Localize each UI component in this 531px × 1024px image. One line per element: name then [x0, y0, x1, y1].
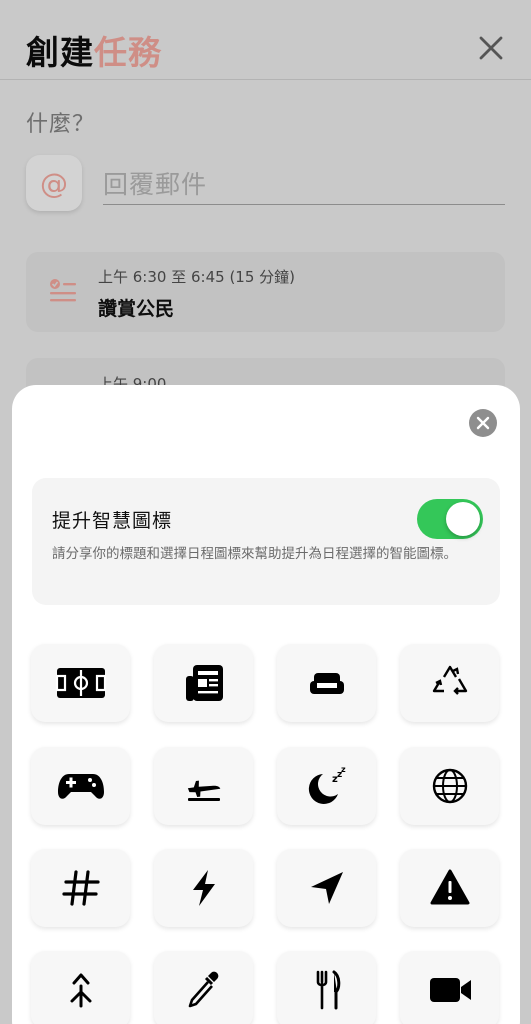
sleep-moon-icon: z z z	[308, 766, 346, 804]
icon-option-gamepad[interactable]	[31, 747, 130, 825]
warning-icon	[430, 869, 469, 905]
newspaper-icon	[185, 665, 223, 701]
icon-option-sofa[interactable]	[277, 644, 376, 722]
icon-option-globe[interactable]	[400, 747, 499, 825]
icon-option-merge[interactable]	[31, 951, 130, 1024]
video-camera-icon	[429, 978, 471, 1002]
page-title-part2: 任務	[94, 33, 162, 72]
close-icon[interactable]	[477, 34, 505, 62]
gamepad-icon	[57, 774, 104, 799]
schedule-time: 上午 6:30 至 6:45 (15 分鐘)	[98, 268, 296, 286]
smart-icons-description: 請分享你的標題和選擇日程圖標來幫助提升為日程選擇的智能圖標。	[52, 546, 457, 562]
smart-icons-card: 提升智慧圖標 請分享你的標題和選擇日程圖標來幫助提升為日程選擇的智能圖標。	[32, 478, 500, 605]
at-icon: @	[40, 166, 68, 200]
icon-option-lightning[interactable]	[154, 849, 253, 927]
icon-option-flight[interactable]	[154, 747, 253, 825]
schedule-title: 讚賞公民	[98, 298, 175, 320]
icon-picker-sheet: 提升智慧圖標 請分享你的標題和選擇日程圖標來幫助提升為日程選擇的智能圖標。 z …	[12, 385, 520, 1024]
icon-option-hashtag[interactable]	[31, 849, 130, 927]
checklist-icon	[50, 279, 76, 302]
icon-option-video[interactable]	[400, 951, 499, 1024]
lightning-icon	[192, 870, 215, 906]
merge-arrow-icon	[70, 973, 91, 1008]
svg-text:z: z	[341, 766, 346, 774]
icon-option-newspaper[interactable]	[154, 644, 253, 722]
icon-option-recycle[interactable]	[400, 644, 499, 722]
task-name-input[interactable]: 回覆郵件	[103, 163, 505, 205]
icon-option-sleep[interactable]: z z z	[277, 747, 376, 825]
task-icon-picker[interactable]: @	[26, 155, 82, 211]
globe-icon	[432, 768, 467, 804]
schedule-item[interactable]: 上午 6:30 至 6:45 (15 分鐘) 讚賞公民	[26, 252, 505, 332]
sheet-close-button[interactable]	[469, 409, 497, 437]
recycle-icon	[432, 665, 467, 695]
icon-option-soccer[interactable]	[31, 644, 130, 722]
fork-knife-icon	[316, 970, 340, 1010]
page-title: 創建任務	[26, 26, 162, 74]
navigation-arrow-icon	[310, 872, 343, 904]
hashtag-icon	[61, 870, 100, 906]
dropper-icon	[188, 971, 218, 1008]
icon-option-dining[interactable]	[277, 951, 376, 1024]
soccer-field-icon	[55, 668, 106, 698]
page-title-part1: 創建	[26, 33, 94, 72]
toggle-knob	[446, 502, 480, 536]
page-header: 創建任務	[0, 0, 531, 80]
sofa-icon	[309, 673, 344, 694]
close-circle-icon	[476, 416, 490, 430]
what-label: 什麼？	[26, 112, 96, 137]
icon-option-navigation[interactable]	[277, 849, 376, 927]
smart-icons-toggle[interactable]	[417, 499, 483, 539]
icon-option-dropper[interactable]	[154, 951, 253, 1024]
airplane-takeoff-icon	[187, 780, 220, 801]
icon-option-warning[interactable]	[400, 849, 499, 927]
smart-icons-title: 提升智慧圖標	[52, 510, 173, 532]
